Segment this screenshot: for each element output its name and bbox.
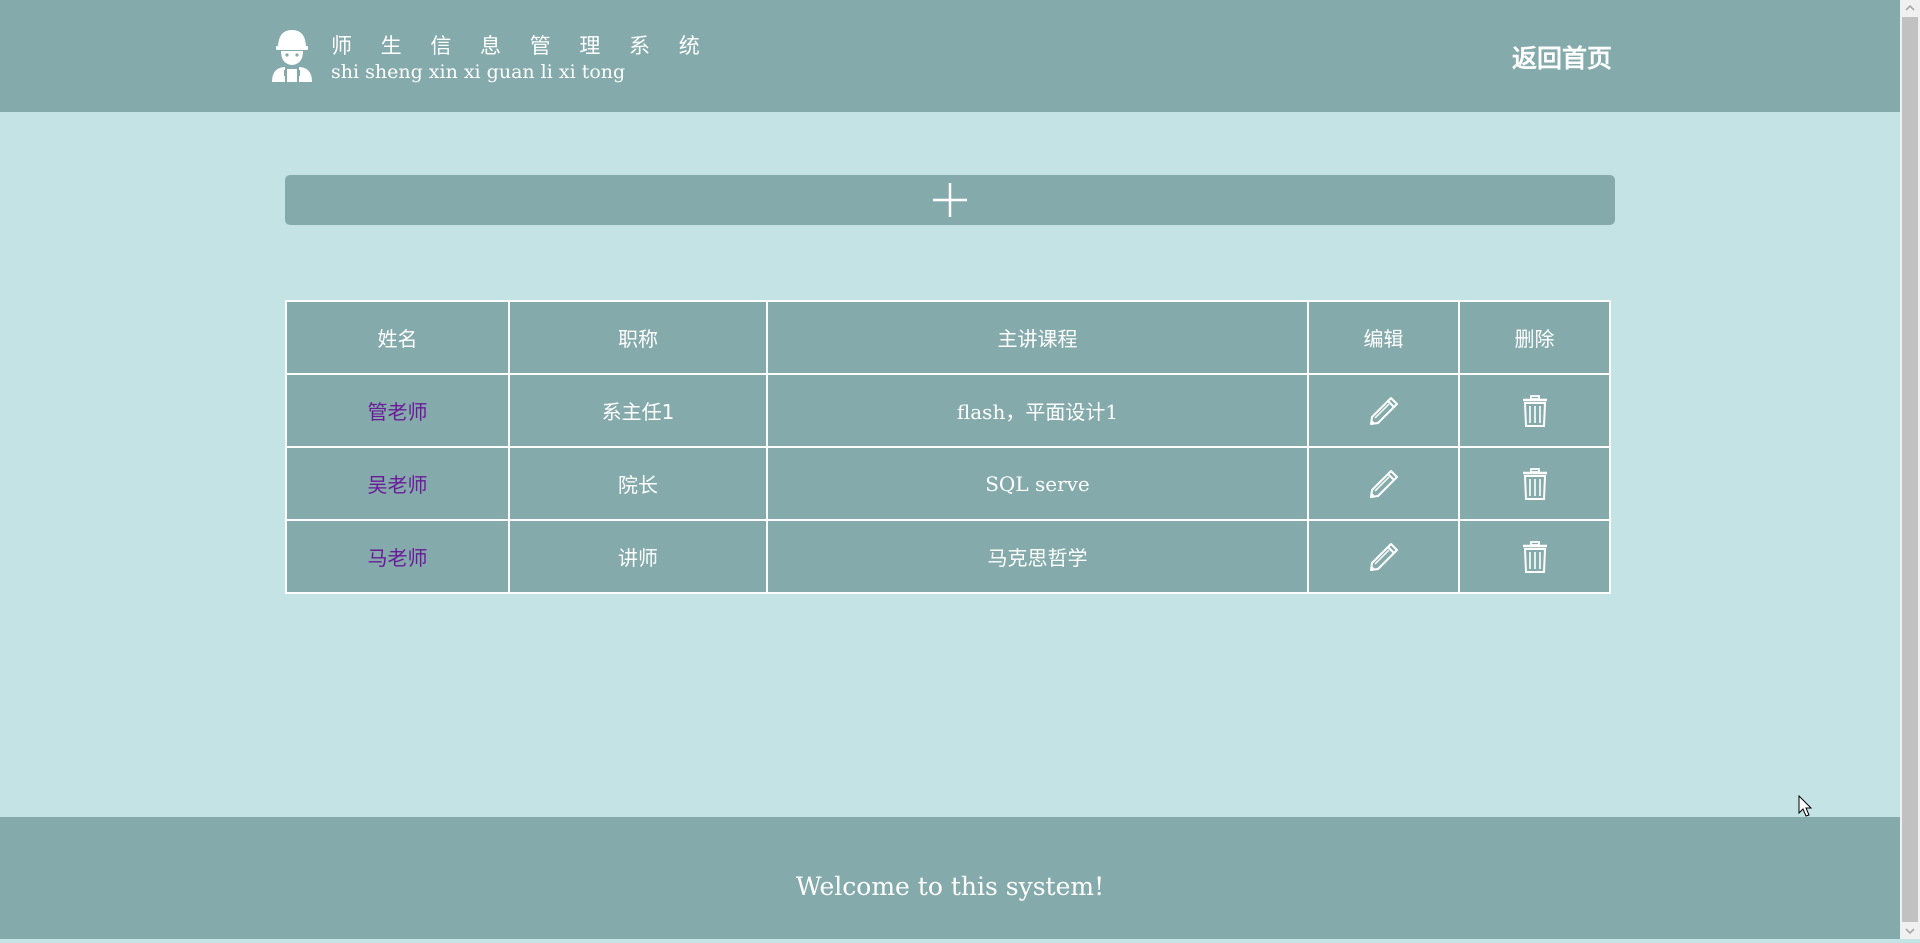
back-to-home-link[interactable]: 返回首页 [1512, 39, 1612, 75]
teacher-name-link[interactable]: 管老师 [368, 400, 428, 424]
add-teacher-button[interactable] [285, 175, 1615, 225]
column-header-name: 姓名 [285, 300, 510, 375]
teacher-course: 马克思哲学 [987, 546, 1088, 570]
name-cell: 吴老师 [285, 446, 510, 521]
teacher-title: 讲师 [618, 546, 658, 570]
edit-cell [1307, 446, 1460, 521]
title-cell: 讲师 [508, 519, 768, 594]
edit-cell [1307, 373, 1460, 448]
teacher-name-link[interactable]: 马老师 [368, 546, 428, 570]
mouse-cursor-icon [1798, 795, 1813, 817]
trash-icon[interactable] [1518, 467, 1552, 501]
system-title-pinyin: shi sheng xin xi guan li xi tong [331, 61, 626, 83]
delete-cell [1458, 373, 1611, 448]
column-header-course: 主讲课程 [766, 300, 1309, 375]
column-header-delete: 删除 [1458, 300, 1611, 375]
teacher-name-link[interactable]: 吴老师 [368, 473, 428, 497]
column-header-edit: 编辑 [1307, 300, 1460, 375]
vertical-scrollbar[interactable] [1900, 0, 1920, 939]
footer-welcome-text: Welcome to this system! [795, 872, 1105, 901]
scroll-up-button[interactable] [1900, 0, 1920, 17]
trash-icon[interactable] [1518, 540, 1552, 574]
delete-cell [1458, 519, 1611, 594]
chevron-up-icon [1905, 4, 1915, 11]
footer-bar: Welcome to this system! [0, 817, 1900, 939]
table-row: 马老师 讲师 马克思哲学 [285, 519, 1611, 594]
course-cell: SQL serve [766, 446, 1309, 521]
pencil-icon[interactable] [1367, 467, 1401, 501]
name-cell: 马老师 [285, 519, 510, 594]
worker-avatar-icon [272, 30, 312, 82]
teacher-table: 姓名 职称 主讲课程 编辑 删除 管老师 系主任1 flash，平面设计1 吴老… [285, 300, 1611, 594]
table-row: 吴老师 院长 SQL serve [285, 446, 1611, 521]
scroll-down-button[interactable] [1900, 922, 1920, 939]
table-header-row: 姓名 职称 主讲课程 编辑 删除 [285, 300, 1611, 375]
pencil-icon[interactable] [1367, 394, 1401, 428]
trash-icon[interactable] [1518, 394, 1552, 428]
page: 师 生 信 息 管 理 系 统 shi sheng xin xi guan li… [0, 0, 1900, 939]
plus-icon [933, 183, 967, 217]
header-bar: 师 生 信 息 管 理 系 统 shi sheng xin xi guan li… [0, 0, 1900, 112]
scrollbar-thumb[interactable] [1902, 17, 1918, 922]
edit-cell [1307, 519, 1460, 594]
teacher-title: 系主任1 [601, 400, 675, 424]
course-cell: flash，平面设计1 [766, 373, 1309, 448]
pencil-icon[interactable] [1367, 540, 1401, 574]
column-header-title: 职称 [508, 300, 768, 375]
teacher-course: flash，平面设计1 [956, 400, 1119, 424]
teacher-title: 院长 [618, 473, 658, 497]
teacher-course: SQL serve [985, 471, 1090, 496]
delete-cell [1458, 446, 1611, 521]
system-title: 师 生 信 息 管 理 系 统 [331, 34, 711, 58]
table-row: 管老师 系主任1 flash，平面设计1 [285, 373, 1611, 448]
chevron-down-icon [1905, 928, 1915, 935]
name-cell: 管老师 [285, 373, 510, 448]
title-cell: 院长 [508, 446, 768, 521]
course-cell: 马克思哲学 [766, 519, 1309, 594]
title-cell: 系主任1 [508, 373, 768, 448]
